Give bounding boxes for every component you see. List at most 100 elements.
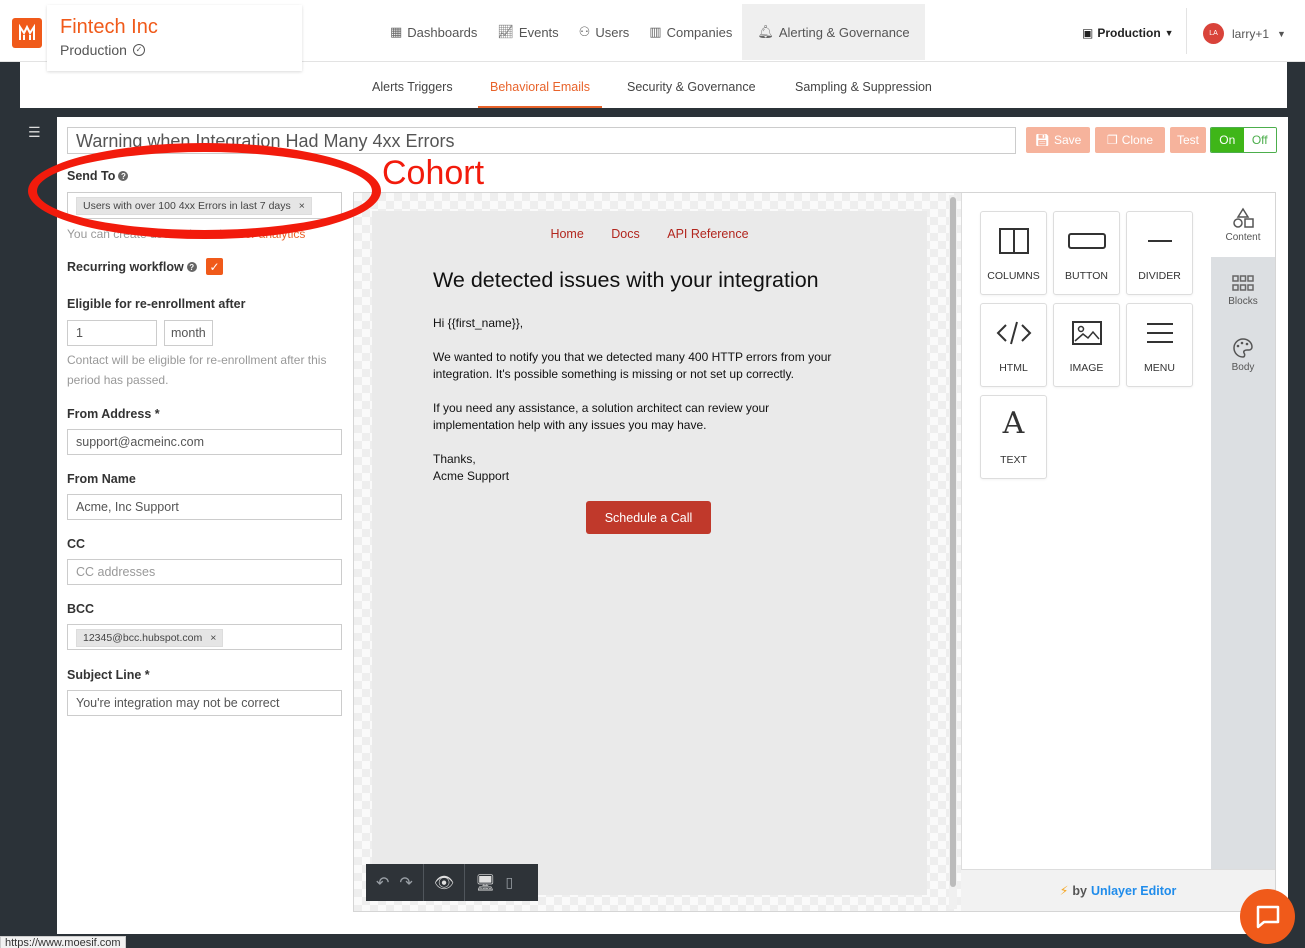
tab-sampling-suppression[interactable]: Sampling & Suppression (795, 62, 932, 108)
nav-alerting-governance[interactable]: 🔔︎ Alerting & Governance (742, 4, 925, 60)
user-menu[interactable]: LA larry+1 ▼ (1203, 23, 1286, 44)
menu-icon (1127, 320, 1192, 346)
scrollbar-thumb[interactable] (950, 197, 956, 887)
hamburger-menu-icon[interactable]: ☰ (28, 124, 41, 141)
recurring-workflow-label: Recurring workflow? (67, 260, 197, 274)
toggle-off[interactable]: Off (1243, 128, 1276, 152)
mobile-icon[interactable]: ▯ (505, 874, 513, 891)
bcc-field[interactable]: 12345@bcc.hubspot.com × (67, 624, 342, 650)
divider (1186, 8, 1187, 54)
email-signoff[interactable]: Thanks, (433, 451, 873, 468)
email-greeting[interactable]: Hi {{first_name}}, (433, 315, 873, 332)
avatar: LA (1203, 23, 1224, 44)
tool-image[interactable]: IMAGE (1053, 303, 1120, 387)
users-icon: ⚇ (578, 24, 591, 39)
browser-status-url: https://www.moesif.com (0, 936, 126, 948)
schedule-call-button[interactable]: Schedule a Call (586, 501, 711, 534)
from-address-label: From Address * (67, 407, 160, 421)
tab-content[interactable]: Content (1211, 193, 1275, 257)
unlayer-footer: ⚡︎ by Unlayer Editor (961, 869, 1275, 911)
moesif-logo-icon[interactable] (12, 18, 42, 48)
nav-events[interactable]: 📈︎ Events (487, 4, 568, 60)
text-icon: A (1002, 406, 1025, 441)
reenrollment-label: Eligible for re-enrollment after (67, 297, 246, 311)
from-name-input[interactable]: Acme, Inc Support (67, 494, 342, 520)
preview-group: 👁︎ (424, 864, 466, 901)
desktop-icon[interactable]: 🖥︎ (475, 873, 495, 893)
tab-blocks[interactable]: Blocks (1211, 259, 1275, 323)
on-off-toggle[interactable]: On Off (1210, 127, 1277, 153)
canvas-scrollbar[interactable] (949, 195, 957, 909)
editor-side-tabs: Content Blocks Body (1211, 193, 1275, 869)
cc-label: CC (67, 537, 86, 551)
tool-text[interactable]: A TEXT (980, 395, 1047, 479)
nav-users[interactable]: ⚇ Users (569, 4, 640, 60)
dashboard-icon: ▦ (390, 24, 403, 39)
toggle-on[interactable]: On (1211, 128, 1244, 152)
brand-name: Fintech Inc (60, 16, 158, 38)
from-address-input[interactable]: support@acmeinc.com (67, 429, 342, 455)
cc-input[interactable]: CC addresses (67, 559, 342, 585)
bcc-chip: 12345@bcc.hubspot.com × (76, 626, 224, 650)
email-nav-docs[interactable]: Docs (611, 227, 639, 241)
divider-icon (1127, 228, 1192, 254)
email-canvas[interactable]: Home Docs API Reference We detected issu… (354, 193, 961, 911)
undo-icon[interactable]: ↶ (376, 873, 389, 893)
email-nav-home[interactable]: Home (550, 227, 583, 241)
brand-panel[interactable]: Fintech Inc Production ✓ (47, 5, 302, 71)
eye-icon[interactable]: 👁︎ (434, 873, 454, 893)
shapes-icon (1233, 207, 1254, 228)
bolt-icon: ⚡︎ (1059, 884, 1069, 898)
environment-dropdown[interactable]: ▣ Production ▼ (1082, 26, 1174, 40)
bell-icon: 🔔︎ (757, 24, 774, 39)
palette-icon (1233, 338, 1253, 358)
chat-bubble-icon (1256, 905, 1279, 928)
chat-widget-button[interactable] (1240, 889, 1295, 944)
tool-button[interactable]: BUTTON (1053, 211, 1120, 295)
subject-line-input[interactable]: You're integration may not be correct (67, 690, 342, 716)
clone-button[interactable]: ❐ Clone (1095, 127, 1165, 153)
cohort-annotation-oval (28, 143, 381, 239)
image-icon (1054, 320, 1119, 346)
device-group: 🖥︎ ▯ (465, 864, 523, 901)
app-grid-icon: ▣ (1082, 26, 1094, 40)
grid-icon (1232, 275, 1254, 291)
unlayer-link[interactable]: Unlayer Editor (1091, 884, 1176, 898)
nav-dashboards[interactable]: ▦ Dashboards (380, 4, 487, 60)
bcc-label: BCC (67, 602, 95, 616)
main-nav: ▦ Dashboards 📈︎ Events ⚇ Users ▥ Companies 🔔… (380, 4, 925, 60)
nav-companies[interactable]: ▥ Companies (639, 4, 742, 60)
email-preview[interactable]: Home Docs API Reference We detected issu… (372, 211, 927, 895)
redo-icon[interactable]: ↷ (399, 873, 412, 893)
chart-icon: 📈︎ (497, 24, 514, 39)
remove-chip-icon[interactable]: × (210, 626, 216, 650)
help-icon[interactable]: ? (186, 262, 197, 272)
brand-environment: Production ✓ (60, 42, 145, 58)
tab-alerts-triggers[interactable]: Alerts Triggers (372, 62, 453, 108)
columns-icon (981, 228, 1046, 254)
button-icon (1054, 228, 1119, 254)
tool-html[interactable]: HTML (980, 303, 1047, 387)
test-button[interactable]: Test (1170, 127, 1206, 153)
reenrollment-unit-select[interactable]: month (164, 320, 213, 346)
recurring-workflow-checkbox[interactable]: ✓ (206, 258, 223, 275)
tab-behavioral-emails[interactable]: Behavioral Emails (478, 62, 603, 108)
tool-columns[interactable]: COLUMNS (980, 211, 1047, 295)
content-tools-panel: COLUMNS BUTTON DIVIDER HTML IMAGE MENU A… (961, 193, 1211, 869)
history-group: ↶ ↷ (366, 864, 424, 901)
email-heading[interactable]: We detected issues with your integration (433, 268, 819, 293)
tool-divider[interactable]: DIVIDER (1126, 211, 1193, 295)
email-paragraph-2[interactable]: If you need any assistance, a solution a… (433, 400, 823, 434)
copy-icon: ❐ (1106, 133, 1118, 147)
caret-down-icon: ▼ (1277, 28, 1286, 39)
save-button[interactable]: 💾︎ Save (1026, 127, 1090, 153)
tool-menu[interactable]: MENU (1126, 303, 1193, 387)
tab-security-governance[interactable]: Security & Governance (627, 62, 756, 108)
email-signature[interactable]: Acme Support (433, 468, 873, 485)
check-circle-icon: ✓ (132, 44, 145, 56)
email-editor: Home Docs API Reference We detected issu… (353, 192, 1276, 912)
email-nav-api-reference[interactable]: API Reference (667, 227, 748, 241)
tab-body[interactable]: Body (1211, 323, 1275, 387)
reenrollment-value-input[interactable]: 1 (67, 320, 157, 346)
email-paragraph-1[interactable]: We wanted to notify you that we detected… (433, 349, 863, 383)
